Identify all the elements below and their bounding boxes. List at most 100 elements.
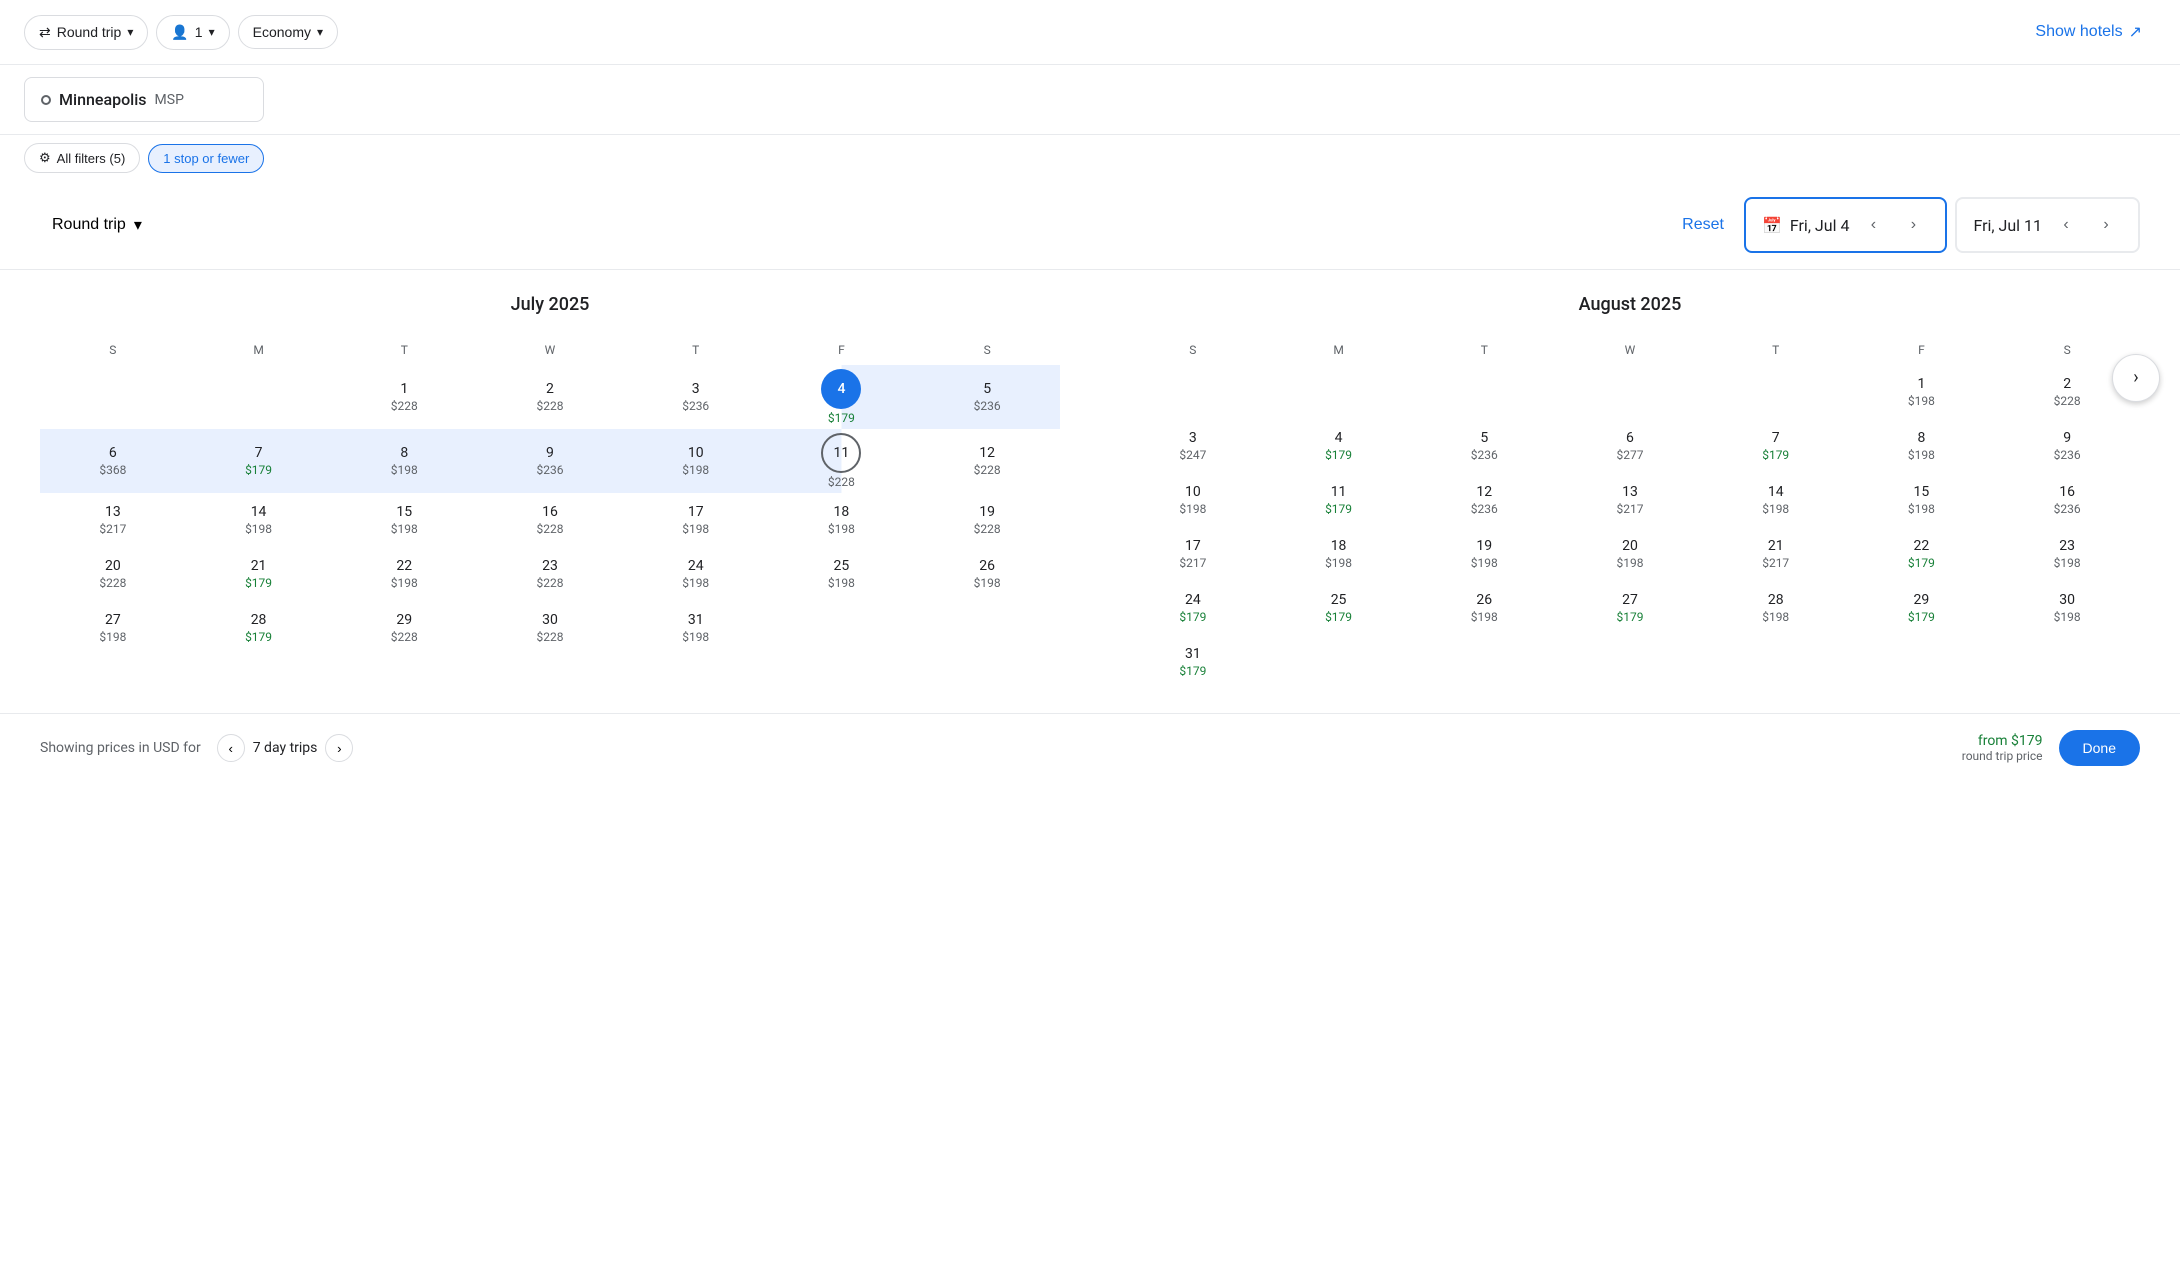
calendar-day-cell[interactable]: 3$236 (623, 365, 769, 429)
reset-button[interactable]: Reset (1682, 216, 1724, 234)
calendar-day-cell[interactable]: 18$198 (769, 493, 915, 547)
calendar-day-cell[interactable]: 3 $247 (1120, 419, 1266, 473)
stops-filter-button[interactable]: 1 stop or fewer (148, 144, 264, 173)
calendar-day-cell[interactable]: 4$179 (1266, 419, 1412, 473)
trip-duration-next-button[interactable]: › (325, 734, 353, 762)
calendar-day-cell[interactable]: 11$228 (769, 429, 915, 493)
day-price: $198 (391, 463, 418, 477)
passengers-button[interactable]: 👤 1 ▾ (156, 15, 229, 50)
calendar-day-cell[interactable]: 2$228 (477, 365, 623, 429)
calendar-day-cell[interactable]: 12$228 (914, 429, 1060, 493)
calendar-day-cell[interactable]: 11$179 (1266, 473, 1412, 527)
calendar-day-cell[interactable]: 31$198 (623, 601, 769, 655)
cabin-class-button[interactable]: Economy ▾ (238, 15, 338, 49)
day-number: 8 (400, 445, 408, 461)
calendar-day-cell[interactable]: 23$228 (477, 547, 623, 601)
depart-date-box[interactable]: 📅 Fri, Jul 4 ‹ › (1744, 197, 1948, 253)
day-price: $236 (1471, 502, 1498, 516)
done-button[interactable]: Done (2059, 730, 2140, 766)
calendar-day-cell[interactable]: 28$179 (186, 601, 332, 655)
day-price: $198 (391, 522, 418, 536)
calendar-day-cell[interactable]: 22$179 (1849, 527, 1995, 581)
calendar-day-cell[interactable]: 24$198 (623, 547, 769, 601)
calendar-day-cell[interactable]: 25$198 (769, 547, 915, 601)
calendar-overlay: Round trip ▾ Reset 📅 Fri, Jul 4 ‹ › Fri,… (0, 181, 2180, 574)
depart-next-button[interactable]: › (1897, 209, 1929, 241)
calendar-day-cell[interactable]: 5$236 (1411, 419, 1557, 473)
calendar-day-cell[interactable]: 27$179 (1557, 581, 1703, 635)
calendar-day-cell[interactable]: 13$217 (40, 493, 186, 547)
calendar-day-cell[interactable]: 26$198 (1411, 581, 1557, 635)
day-number: 13 (1622, 484, 1638, 500)
day-number: 11 (1331, 484, 1347, 500)
calendar-day-cell[interactable]: 24$179 (1120, 581, 1266, 635)
calendar-day-cell[interactable]: 8 $198 (331, 429, 477, 493)
calendar-day-cell[interactable]: 16$228 (477, 493, 623, 547)
july-calendar: July 2025 SMTWTFS1$2282$2283$2364$1795$2… (40, 294, 1060, 689)
calendar-day-cell[interactable]: 8$198 (1849, 419, 1995, 473)
origin-field[interactable]: Minneapolis MSP (24, 77, 264, 122)
day-number: 18 (1331, 538, 1347, 554)
calendar-day-cell[interactable]: 10$198 (623, 429, 769, 493)
calendar-day-cell[interactable]: 31$179 (1120, 635, 1266, 689)
calendar-day-cell[interactable]: 12$236 (1411, 473, 1557, 527)
return-prev-button[interactable]: ‹ (2050, 209, 2082, 241)
day-number: 3 (1189, 430, 1197, 446)
calendar-day-cell[interactable]: 7$179 (1703, 419, 1849, 473)
calendar-day-cell[interactable]: 9$236 (477, 429, 623, 493)
calendar-day-cell[interactable]: 19$198 (1411, 527, 1557, 581)
calendar-day-cell[interactable]: 20$228 (40, 547, 186, 601)
calendar-day-cell[interactable]: 14$198 (186, 493, 332, 547)
day-number: 16 (2059, 484, 2075, 500)
calendar-trip-type-button[interactable]: Round trip ▾ (40, 207, 154, 243)
calendar-day-cell[interactable]: 26$198 (914, 547, 1060, 601)
calendar-day-cell[interactable]: 15$198 (331, 493, 477, 547)
day-number: 29 (1914, 592, 1930, 608)
origin-dot-icon (41, 95, 51, 105)
calendar-day-cell[interactable]: 30$228 (477, 601, 623, 655)
day-price: $198 (828, 522, 855, 536)
calendar-day-cell[interactable]: 30$198 (1994, 581, 2140, 635)
trip-type-button[interactable]: ⇄ Round trip ▾ (24, 15, 148, 50)
calendar-day-cell[interactable]: 18$198 (1266, 527, 1412, 581)
calendar-day-cell[interactable]: 21$217 (1703, 527, 1849, 581)
calendar-day-cell[interactable]: 9$236 (1994, 419, 2140, 473)
main-layout: Top departing flights Ranked based on pr… (0, 181, 2180, 574)
calendar-day-cell[interactable]: 28$198 (1703, 581, 1849, 635)
calendar-day-cell[interactable]: 5$236 (914, 365, 1060, 429)
show-hotels-button[interactable]: Show hotels ↗ (2021, 14, 2156, 50)
calendar-day-cell[interactable]: 6$368 (40, 429, 186, 493)
day-price: $247 (1179, 448, 1206, 462)
calendar-day-cell[interactable]: 4$179 (769, 365, 915, 429)
calendar-day-cell[interactable]: 22$198 (331, 547, 477, 601)
calendar-day-cell[interactable]: 1$198 (1849, 365, 1995, 419)
return-date-box[interactable]: Fri, Jul 11 ‹ › (1955, 197, 2140, 253)
calendar-day-cell[interactable]: 17$217 (1120, 527, 1266, 581)
return-next-button[interactable]: › (2090, 209, 2122, 241)
depart-prev-button[interactable]: ‹ (1857, 209, 1889, 241)
calendar-day-cell[interactable]: 27$198 (40, 601, 186, 655)
trip-duration-label: 7 day trips (253, 740, 318, 756)
calendar-day-cell[interactable]: 19$228 (914, 493, 1060, 547)
trip-duration-prev-button[interactable]: ‹ (217, 734, 245, 762)
calendar-day-cell[interactable]: 14$198 (1703, 473, 1849, 527)
calendar-day-cell[interactable]: 16$236 (1994, 473, 2140, 527)
calendar-day-cell[interactable]: 20$198 (1557, 527, 1703, 581)
calendar-day-cell[interactable]: 25$179 (1266, 581, 1412, 635)
calendar-next-button[interactable]: › (2112, 354, 2160, 402)
calendar-day-cell[interactable]: 21$179 (186, 547, 332, 601)
calendar-day-cell[interactable]: 17$198 (623, 493, 769, 547)
calendar-day-cell[interactable]: 29$228 (331, 601, 477, 655)
calendar-day-cell[interactable]: 1$228 (331, 365, 477, 429)
july-grid: SMTWTFS1$2282$2283$2364$1795$2366$3687$1… (40, 335, 1060, 655)
calendar-day-cell[interactable]: 23$198 (1994, 527, 2140, 581)
calendar-day-cell[interactable]: 7$179 (186, 429, 332, 493)
all-filters-button[interactable]: ⚙ All filters (5) (24, 143, 140, 173)
empty-day-cell (1557, 365, 1703, 419)
day-price: $277 (1617, 448, 1644, 462)
calendar-day-cell[interactable]: 6$277 (1557, 419, 1703, 473)
calendar-day-cell[interactable]: 10$198 (1120, 473, 1266, 527)
calendar-day-cell[interactable]: 29$179 (1849, 581, 1995, 635)
calendar-day-cell[interactable]: 13$217 (1557, 473, 1703, 527)
calendar-day-cell[interactable]: 15$198 (1849, 473, 1995, 527)
